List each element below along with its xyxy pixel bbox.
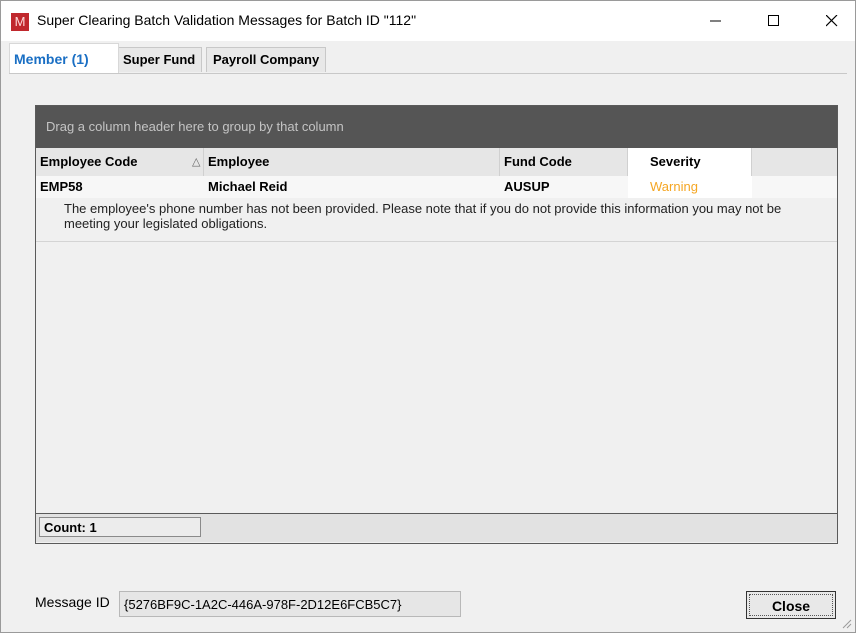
title-bar[interactable]: M Super Clearing Batch Validation Messag…: [1, 1, 855, 41]
window-title: Super Clearing Batch Validation Messages…: [37, 12, 417, 28]
maximize-button[interactable]: [751, 1, 797, 41]
message-id-field[interactable]: {5276BF9C-1A2C-446A-978F-2D12E6FCB5C7}: [119, 591, 461, 617]
app-icon: M: [11, 13, 29, 31]
minimize-icon: [710, 20, 721, 22]
cell-fund-code: AUSUP: [504, 179, 550, 194]
dialog-window: M Super Clearing Batch Validation Messag…: [0, 0, 856, 633]
message-id-label: Message ID: [35, 594, 110, 610]
row-count: Count: 1: [39, 517, 201, 537]
grid-header-row: Employee Code △ Employee Fund Code Sever…: [36, 148, 837, 177]
window-close-button[interactable]: [809, 1, 855, 41]
column-header-severity[interactable]: Severity: [628, 148, 752, 176]
grid-footer: Count: 1: [36, 513, 837, 542]
column-header-employee-code[interactable]: Employee Code: [36, 148, 204, 176]
cell-employee: Michael Reid: [208, 179, 288, 194]
group-by-panel[interactable]: Drag a column header here to group by th…: [36, 106, 837, 148]
sort-ascending-icon: △: [192, 156, 201, 168]
close-icon: [826, 15, 838, 27]
cell-employee-code: EMP58: [40, 179, 83, 194]
resize-grip-icon[interactable]: [842, 619, 852, 629]
column-header-employee[interactable]: Employee: [204, 148, 500, 176]
row-message-preview: The employee's phone number has not been…: [36, 198, 837, 242]
tab-super-fund[interactable]: Super Fund: [116, 47, 203, 72]
close-button-label: Close: [749, 594, 833, 616]
close-button[interactable]: Close: [746, 591, 836, 619]
column-header-fund-code[interactable]: Fund Code: [500, 148, 628, 176]
tab-payroll-company[interactable]: Payroll Company: [206, 47, 327, 72]
tab-strip: Super Fund Payroll Company Member (1): [1, 43, 855, 74]
table-row[interactable]: EMP58 Michael Reid AUSUP Warning: [36, 176, 837, 198]
tab-member[interactable]: Member (1): [9, 43, 119, 74]
maximize-icon: [768, 15, 779, 26]
validation-grid: Drag a column header here to group by th…: [35, 105, 838, 544]
cell-severity: Warning: [628, 176, 752, 198]
minimize-button[interactable]: [693, 1, 739, 41]
